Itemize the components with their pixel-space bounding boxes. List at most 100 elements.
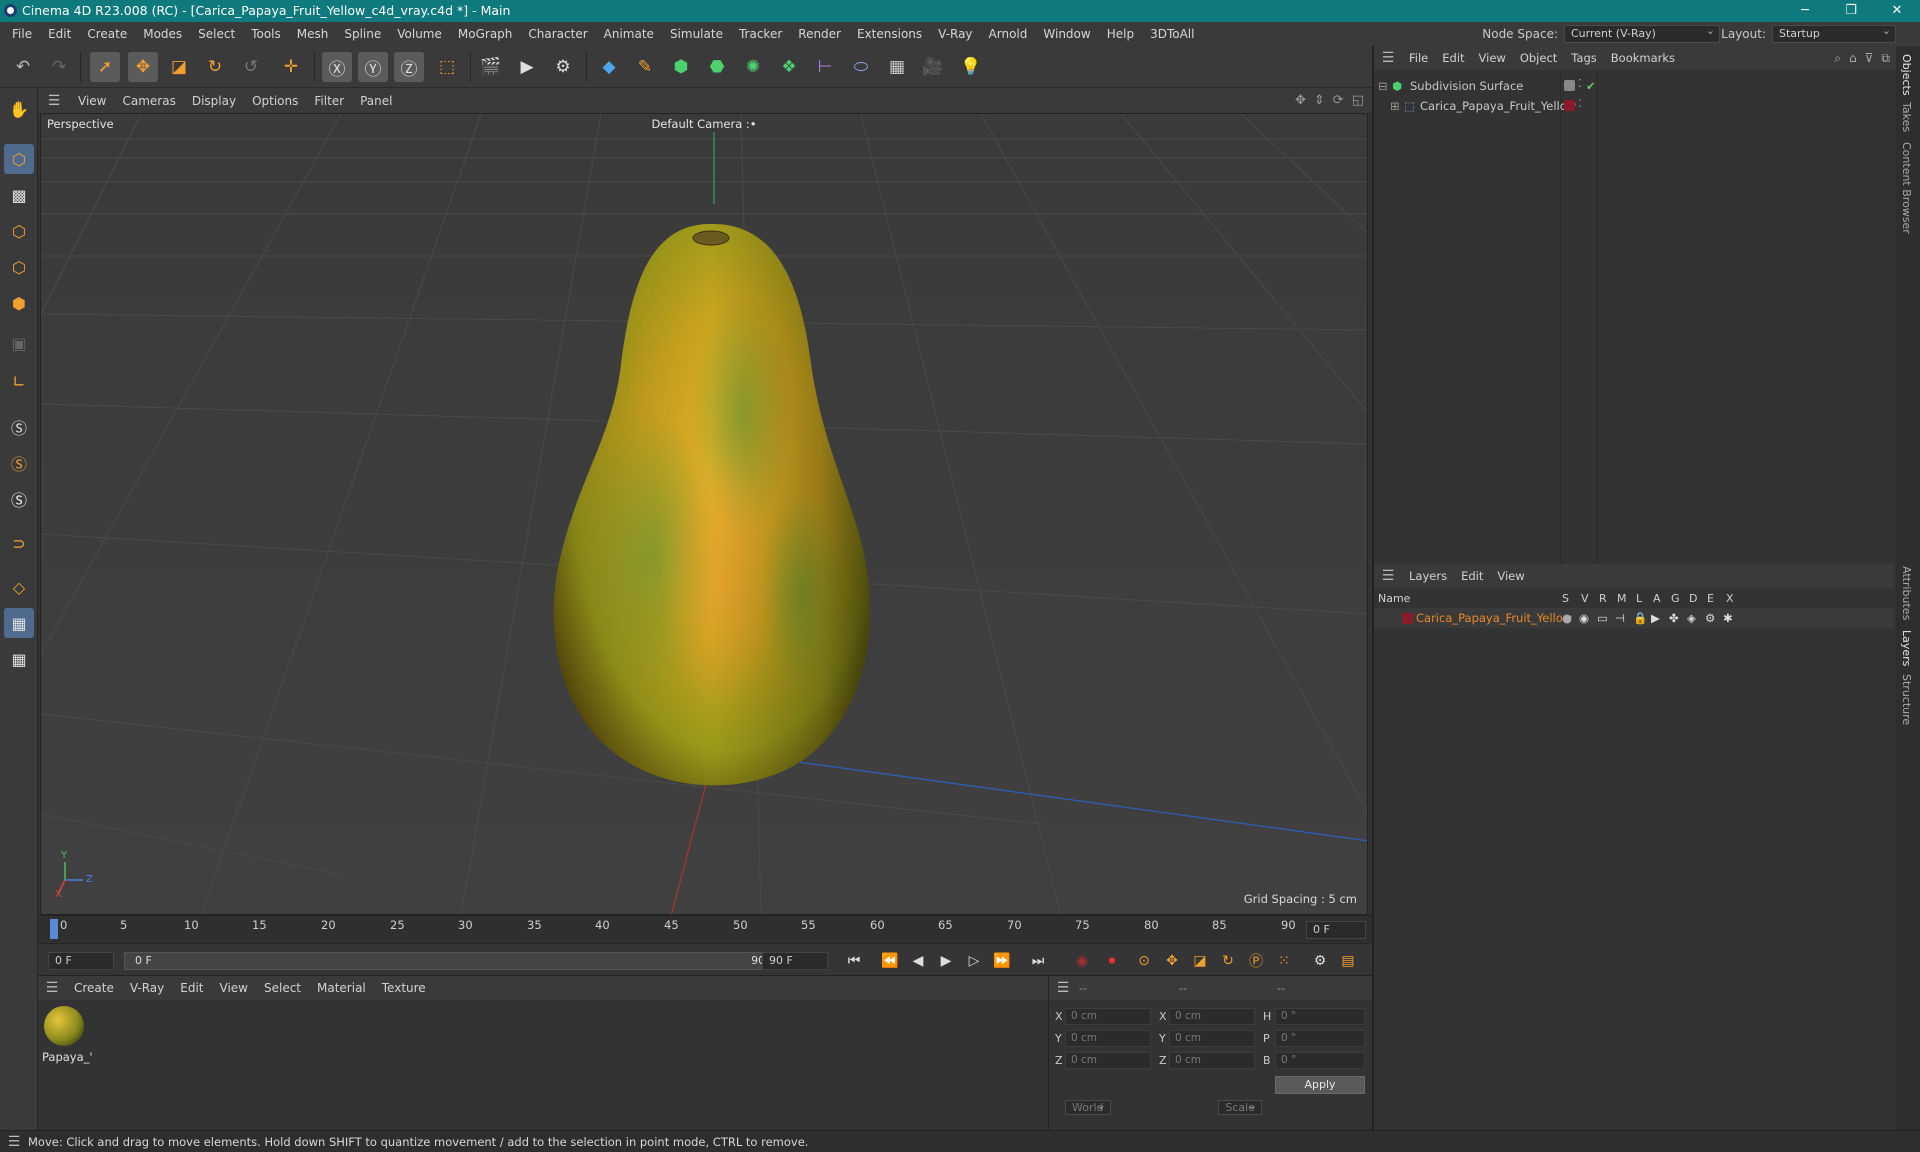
layer-name[interactable]: Carica_Papaya_Fruit_Yellow	[1416, 608, 1572, 628]
timeline-ruler[interactable]: 0 5 10 15 20 25 30 35 40 45 50 55 60 65 …	[38, 915, 1372, 943]
transform-tool-icon[interactable]: ✛	[276, 52, 306, 82]
previous-key-icon[interactable]: ⏪	[878, 950, 902, 972]
manager-icon[interactable]: ⊣	[1615, 608, 1625, 628]
viewport-menu-panel[interactable]: Panel	[352, 94, 400, 108]
minimize-button[interactable]: ─	[1782, 0, 1828, 22]
position-x-field[interactable]: 0 cm	[1065, 1008, 1151, 1025]
menu-modes[interactable]: Modes	[135, 27, 190, 41]
viewport-menu-cameras[interactable]: Cameras	[114, 94, 183, 108]
layer-menu-layers[interactable]: Layers	[1402, 569, 1454, 583]
layer-menu-edit[interactable]: Edit	[1454, 569, 1490, 583]
object-menu-icon[interactable]: ☰	[1374, 50, 1402, 66]
object-menu-edit[interactable]: Edit	[1435, 51, 1471, 65]
generators-icon[interactable]: ✤	[1669, 608, 1679, 628]
position-z-field[interactable]: 0 cm	[1065, 1052, 1151, 1069]
expressions-icon[interactable]: ⚙	[1705, 608, 1715, 628]
viewport-menu-filter[interactable]: Filter	[306, 94, 352, 108]
menu-vray[interactable]: V-Ray	[930, 27, 980, 41]
previous-frame-icon[interactable]: ◀	[906, 950, 930, 972]
workplane-icon[interactable]: ◇	[4, 572, 34, 602]
size-z-field[interactable]: 0 cm	[1169, 1052, 1255, 1069]
render-settings-icon[interactable]: ⚙	[548, 52, 578, 82]
rotation-h-field[interactable]: 0 °	[1275, 1008, 1365, 1025]
grid-plane-icon[interactable]: ▦	[4, 608, 34, 638]
new-window-icon[interactable]: ⧉	[1881, 51, 1890, 66]
tab-attributes[interactable]: Attributes	[1900, 566, 1913, 620]
enabled-check-icon[interactable]: ✔	[1586, 76, 1596, 96]
menu-help[interactable]: Help	[1099, 27, 1142, 41]
material-menu-select[interactable]: Select	[256, 981, 309, 995]
visibility-dots-icon[interactable]: ⁚	[1578, 94, 1582, 114]
layout-dropdown[interactable]: Startup	[1772, 23, 1896, 43]
cloner-icon[interactable]: ✺	[738, 52, 768, 82]
deformer-icon[interactable]: ⊢	[810, 52, 840, 82]
object-menu-view[interactable]: View	[1472, 51, 1513, 65]
layer-menu-view[interactable]: View	[1490, 569, 1531, 583]
rotation-p-field[interactable]: 0 °	[1275, 1030, 1365, 1047]
object-menu-object[interactable]: Object	[1513, 51, 1564, 65]
coordinate-space-dropdown[interactable]: World	[1065, 1100, 1111, 1115]
model-mode-icon[interactable]: ⬡	[4, 144, 34, 174]
menu-mesh[interactable]: Mesh	[289, 27, 337, 41]
expand-icon[interactable]: ⊟	[1378, 76, 1388, 96]
visibility-dots-icon[interactable]: ⁚	[1578, 74, 1582, 94]
current-frame-field[interactable]: 0 F	[1306, 921, 1366, 939]
material-thumbnail[interactable]	[44, 1006, 84, 1046]
make-editable-icon[interactable]: ✋	[4, 94, 34, 124]
status-menu-icon[interactable]: ☰	[0, 1134, 28, 1150]
visible-eye-icon[interactable]: ◉	[1579, 608, 1589, 628]
menu-mograph[interactable]: MoGraph	[450, 27, 521, 41]
menu-character[interactable]: Character	[520, 27, 595, 41]
cube-object-icon[interactable]: ◆	[594, 52, 624, 82]
filter-icon[interactable]: ⊽	[1865, 51, 1874, 66]
apply-button[interactable]: Apply	[1275, 1076, 1365, 1094]
render-picture-viewer-icon[interactable]: ▶	[512, 52, 542, 82]
move-tool-icon[interactable]: ✥	[128, 52, 158, 82]
end-frame-field[interactable]: 90 F	[762, 952, 828, 970]
key-scale-icon[interactable]: ◪	[1188, 950, 1212, 972]
key-position-icon[interactable]: ✥	[1160, 950, 1184, 972]
render-icon[interactable]: ▭	[1597, 608, 1608, 628]
pan-view-icon[interactable]: ✥	[1295, 93, 1306, 108]
viewport-menu-options[interactable]: Options	[244, 94, 306, 108]
points-mode-icon[interactable]: ⬡	[4, 216, 34, 246]
menu-window[interactable]: Window	[1035, 27, 1098, 41]
menu-3dtoall[interactable]: 3DToAll	[1142, 27, 1202, 41]
texture-mode-icon[interactable]: ▩	[4, 180, 34, 210]
size-y-field[interactable]: 0 cm	[1169, 1030, 1255, 1047]
x-axis-lock-icon[interactable]: Ⓧ	[322, 52, 352, 82]
solo-icon[interactable]: ●	[1562, 608, 1572, 628]
menu-render[interactable]: Render	[790, 27, 849, 41]
z-axis-lock-icon[interactable]: Ⓩ	[394, 52, 424, 82]
autokey-icon[interactable]: ⏺	[1100, 950, 1124, 972]
coordinates-menu-icon[interactable]: ☰	[1049, 980, 1077, 996]
start-frame-field[interactable]: 0 F	[48, 952, 114, 970]
menu-select[interactable]: Select	[190, 27, 243, 41]
material-menu-view[interactable]: View	[212, 981, 256, 995]
layer-swatch[interactable]	[1564, 80, 1575, 91]
menu-arnold[interactable]: Arnold	[981, 27, 1036, 41]
object-row-subdivision[interactable]: ⊟ ⬢ Subdivision Surface ⁚ ✔	[1374, 76, 1894, 96]
layer-row[interactable]: Carica_Papaya_Fruit_Yellow ● ◉ ▭ ⊣ 🔒 ▶ ✤…	[1374, 608, 1894, 628]
play-icon[interactable]: ▶	[934, 950, 958, 972]
menu-create[interactable]: Create	[79, 27, 135, 41]
select-tool-icon[interactable]: ➚	[90, 52, 120, 82]
key-pla-icon[interactable]: ⁙	[1272, 950, 1296, 972]
mograph-icon[interactable]: ❖	[774, 52, 804, 82]
viewport-menu-display[interactable]: Display	[184, 94, 244, 108]
undo-icon[interactable]: ↶	[8, 52, 38, 82]
restore-button[interactable]: ❐	[1828, 0, 1874, 22]
polygons-mode-icon[interactable]: ⬢	[4, 288, 34, 318]
search-icon[interactable]: ⌕	[1834, 51, 1841, 66]
uv-mode-icon[interactable]: ▣	[4, 328, 34, 358]
animation-icon[interactable]: ▶	[1651, 608, 1660, 628]
subdivision-icon[interactable]: ⬢	[666, 52, 696, 82]
menu-file[interactable]: File	[4, 27, 40, 41]
timeline-playhead[interactable]	[50, 919, 58, 939]
go-to-start-icon[interactable]: ⏮	[842, 950, 866, 972]
object-menu-bookmarks[interactable]: Bookmarks	[1604, 51, 1682, 65]
menu-extensions[interactable]: Extensions	[849, 27, 930, 41]
menu-tracker[interactable]: Tracker	[731, 27, 790, 41]
tab-content-browser[interactable]: Content Browser	[1900, 142, 1913, 234]
3d-viewport[interactable]: Y Z X Perspective Default Camera :• Grid…	[40, 113, 1368, 915]
